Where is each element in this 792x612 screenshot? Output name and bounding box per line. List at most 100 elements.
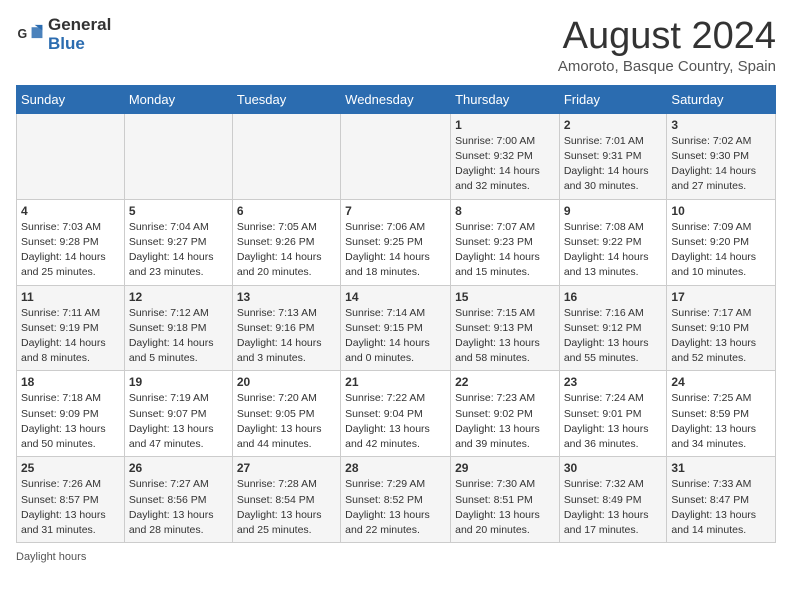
day-number: 19 [129, 375, 228, 389]
calendar-cell: 13 Sunrise: 7:13 AM Sunset: 9:16 PM Dayli… [232, 285, 340, 371]
day-number: 17 [671, 290, 771, 304]
svg-text:G: G [18, 27, 28, 41]
day-info: Sunrise: 7:17 AM Sunset: 9:10 PM Dayligh… [671, 306, 771, 367]
day-number: 3 [671, 118, 771, 132]
calendar-cell: 12 Sunrise: 7:12 AM Sunset: 9:18 PM Dayli… [124, 285, 232, 371]
logo-icon: G [16, 21, 44, 49]
day-info: Sunrise: 7:24 AM Sunset: 9:01 PM Dayligh… [564, 391, 663, 452]
day-info: Sunrise: 7:08 AM Sunset: 9:22 PM Dayligh… [564, 220, 663, 281]
main-title: August 2024 [558, 16, 776, 58]
day-info: Sunrise: 7:04 AM Sunset: 9:27 PM Dayligh… [129, 220, 228, 281]
calendar-cell: 4Sunrise: 7:03 AM Sunset: 9:28 PM Daylig… [17, 199, 125, 285]
day-number: 20 [237, 375, 336, 389]
day-info: Sunrise: 7:29 AM Sunset: 8:52 PM Dayligh… [345, 477, 446, 538]
calendar-cell: 23 Sunrise: 7:24 AM Sunset: 9:01 PM Dayli… [559, 371, 667, 457]
day-info: Sunrise: 7:19 AM Sunset: 9:07 PM Dayligh… [129, 391, 228, 452]
calendar-cell [124, 113, 232, 199]
day-number: 31 [671, 461, 771, 475]
calendar-cell: 20Sunrise: 7:20 AM Sunset: 9:05 PM Dayli… [232, 371, 340, 457]
header: G General Blue August 2024 Amoroto, Basq… [16, 16, 776, 75]
day-info: Sunrise: 7:06 AM Sunset: 9:25 PM Dayligh… [345, 220, 446, 281]
day-info: Sunrise: 7:15 AM Sunset: 9:13 PM Dayligh… [455, 306, 555, 367]
calendar-cell [232, 113, 340, 199]
day-info: Sunrise: 7:26 AM Sunset: 8:57 PM Dayligh… [21, 477, 120, 538]
calendar-cell: 11 Sunrise: 7:11 AM Sunset: 9:19 PM Dayli… [17, 285, 125, 371]
calendar-cell: 7 Sunrise: 7:06 AM Sunset: 9:25 PM Daylig… [341, 199, 451, 285]
day-number: 8 [455, 204, 555, 218]
header-cell-tuesday: Tuesday [232, 85, 340, 113]
calendar-cell: 19 Sunrise: 7:19 AM Sunset: 9:07 PM Dayli… [124, 371, 232, 457]
calendar-cell: 15 Sunrise: 7:15 AM Sunset: 9:13 PM Dayli… [451, 285, 560, 371]
day-number: 2 [564, 118, 663, 132]
header-cell-monday: Monday [124, 85, 232, 113]
calendar-cell: 9 Sunrise: 7:08 AM Sunset: 9:22 PM Daylig… [559, 199, 667, 285]
week-row-4: 18Sunrise: 7:18 AM Sunset: 9:09 PM Dayli… [17, 371, 776, 457]
calendar-cell: 6Sunrise: 7:05 AM Sunset: 9:26 PM Daylig… [232, 199, 340, 285]
calendar-cell: 29Sunrise: 7:30 AM Sunset: 8:51 PM Dayli… [451, 457, 560, 543]
header-cell-thursday: Thursday [451, 85, 560, 113]
day-number: 16 [564, 290, 663, 304]
day-info: Sunrise: 7:16 AM Sunset: 9:12 PM Dayligh… [564, 306, 663, 367]
day-number: 29 [455, 461, 555, 475]
day-info: Sunrise: 7:07 AM Sunset: 9:23 PM Dayligh… [455, 220, 555, 281]
logo-general-text: General [48, 16, 111, 35]
day-number: 7 [345, 204, 446, 218]
calendar-cell: 30Sunrise: 7:32 AM Sunset: 8:49 PM Dayli… [559, 457, 667, 543]
calendar-cell: 22Sunrise: 7:23 AM Sunset: 9:02 PM Dayli… [451, 371, 560, 457]
daylight-label: Daylight hours [16, 551, 86, 563]
calendar-cell: 3 Sunrise: 7:02 AM Sunset: 9:30 PM Daylig… [667, 113, 776, 199]
day-number: 21 [345, 375, 446, 389]
week-row-2: 4Sunrise: 7:03 AM Sunset: 9:28 PM Daylig… [17, 199, 776, 285]
title-area: August 2024 Amoroto, Basque Country, Spa… [558, 16, 776, 75]
calendar-cell [17, 113, 125, 199]
header-cell-sunday: Sunday [17, 85, 125, 113]
day-number: 13 [237, 290, 336, 304]
calendar-cell [341, 113, 451, 199]
day-info: Sunrise: 7:11 AM Sunset: 9:19 PM Dayligh… [21, 306, 120, 367]
calendar-cell: 24Sunrise: 7:25 AM Sunset: 8:59 PM Dayli… [667, 371, 776, 457]
day-number: 26 [129, 461, 228, 475]
day-info: Sunrise: 7:25 AM Sunset: 8:59 PM Dayligh… [671, 391, 771, 452]
day-number: 25 [21, 461, 120, 475]
day-info: Sunrise: 7:22 AM Sunset: 9:04 PM Dayligh… [345, 391, 446, 452]
day-info: Sunrise: 7:01 AM Sunset: 9:31 PM Dayligh… [564, 134, 663, 195]
day-number: 12 [129, 290, 228, 304]
header-cell-wednesday: Wednesday [341, 85, 451, 113]
calendar-cell: 10Sunrise: 7:09 AM Sunset: 9:20 PM Dayli… [667, 199, 776, 285]
calendar-cell: 16 Sunrise: 7:16 AM Sunset: 9:12 PM Dayli… [559, 285, 667, 371]
day-info: Sunrise: 7:02 AM Sunset: 9:30 PM Dayligh… [671, 134, 771, 195]
day-info: Sunrise: 7:14 AM Sunset: 9:15 PM Dayligh… [345, 306, 446, 367]
calendar-cell: 5 Sunrise: 7:04 AM Sunset: 9:27 PM Daylig… [124, 199, 232, 285]
day-number: 18 [21, 375, 120, 389]
day-number: 27 [237, 461, 336, 475]
day-info: Sunrise: 7:27 AM Sunset: 8:56 PM Dayligh… [129, 477, 228, 538]
day-number: 15 [455, 290, 555, 304]
calendar-cell: 28Sunrise: 7:29 AM Sunset: 8:52 PM Dayli… [341, 457, 451, 543]
day-number: 22 [455, 375, 555, 389]
header-cell-saturday: Saturday [667, 85, 776, 113]
week-row-1: 1Sunrise: 7:00 AM Sunset: 9:32 PM Daylig… [17, 113, 776, 199]
day-info: Sunrise: 7:28 AM Sunset: 8:54 PM Dayligh… [237, 477, 336, 538]
calendar-cell: 25 Sunrise: 7:26 AM Sunset: 8:57 PM Dayli… [17, 457, 125, 543]
week-row-5: 25 Sunrise: 7:26 AM Sunset: 8:57 PM Dayli… [17, 457, 776, 543]
day-number: 1 [455, 118, 555, 132]
day-info: Sunrise: 7:12 AM Sunset: 9:18 PM Dayligh… [129, 306, 228, 367]
calendar-cell: 21 Sunrise: 7:22 AM Sunset: 9:04 PM Dayli… [341, 371, 451, 457]
day-info: Sunrise: 7:13 AM Sunset: 9:16 PM Dayligh… [237, 306, 336, 367]
calendar-cell: 1Sunrise: 7:00 AM Sunset: 9:32 PM Daylig… [451, 113, 560, 199]
calendar-cell: 31Sunrise: 7:33 AM Sunset: 8:47 PM Dayli… [667, 457, 776, 543]
day-number: 30 [564, 461, 663, 475]
day-info: Sunrise: 7:05 AM Sunset: 9:26 PM Dayligh… [237, 220, 336, 281]
week-row-3: 11 Sunrise: 7:11 AM Sunset: 9:19 PM Dayli… [17, 285, 776, 371]
day-number: 5 [129, 204, 228, 218]
calendar-cell: 8 Sunrise: 7:07 AM Sunset: 9:23 PM Daylig… [451, 199, 560, 285]
logo-text: General Blue [48, 16, 111, 53]
header-row: SundayMondayTuesdayWednesdayThursdayFrid… [17, 85, 776, 113]
day-number: 23 [564, 375, 663, 389]
day-number: 11 [21, 290, 120, 304]
day-info: Sunrise: 7:03 AM Sunset: 9:28 PM Dayligh… [21, 220, 120, 281]
calendar-cell: 27 Sunrise: 7:28 AM Sunset: 8:54 PM Dayli… [232, 457, 340, 543]
calendar-cell: 26 Sunrise: 7:27 AM Sunset: 8:56 PM Dayli… [124, 457, 232, 543]
header-cell-friday: Friday [559, 85, 667, 113]
day-number: 9 [564, 204, 663, 218]
